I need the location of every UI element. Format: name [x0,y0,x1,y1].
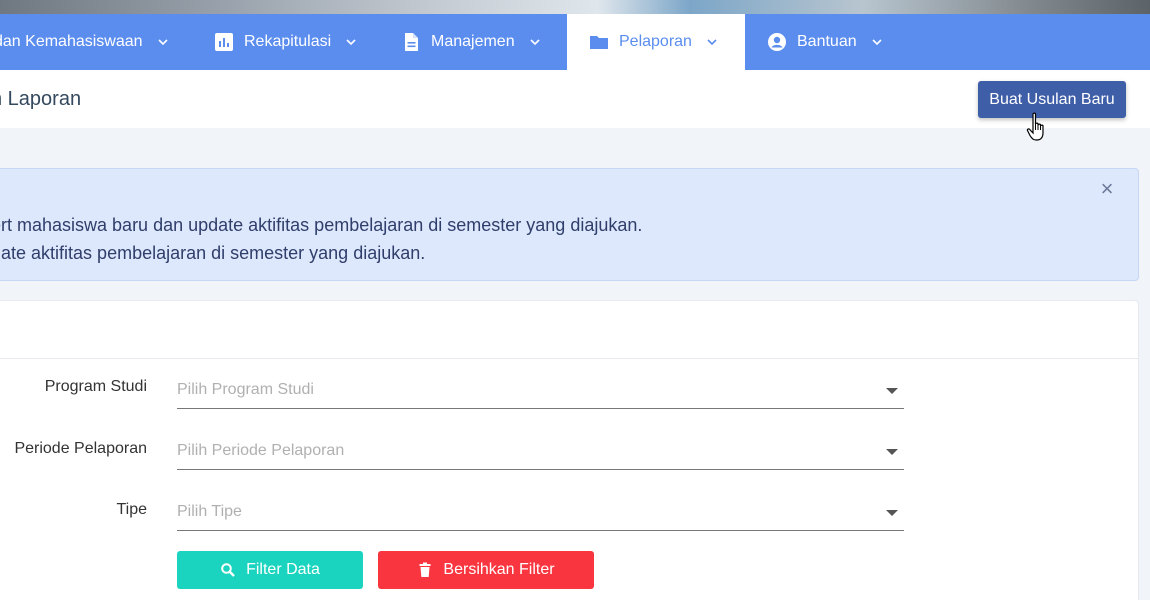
tipe-label: Tipe [116,501,147,518]
dropdown-caret-icon [886,510,898,516]
nav-item-label: Manajemen [431,33,515,50]
nav-item-rekapitulasi[interactable]: Rekapitulasi [192,14,379,70]
card-divider [0,358,1138,359]
filter-data-button[interactable]: Filter Data [177,551,363,589]
dropdown-caret-icon [886,388,898,394]
chevron-down-icon [157,36,169,48]
close-icon[interactable]: × [1097,178,1117,200]
new-proposal-button[interactable]: Buat Usulan Baru [978,81,1126,118]
chevron-down-icon [706,36,718,48]
program-studi-label: Program Studi [44,378,147,395]
nav-item-kemahasiswaan[interactable]: dan Kemahasiswaan [0,14,192,70]
search-icon [220,562,236,578]
nav-item-label: dan Kemahasiswaan [0,33,143,50]
clear-filter-label: Bersihkan Filter [443,561,555,578]
nav-item-label: Bantuan [797,33,857,50]
filter-data-label: Filter Data [246,561,320,578]
periode-pelaporan-label: Periode Pelaporan [14,440,147,457]
hand-cursor-icon [1026,112,1048,142]
chevron-down-icon [529,36,541,48]
chevron-down-icon [871,36,883,48]
select-placeholder: Pilih Program Studi [177,381,314,398]
folder-icon [589,32,609,52]
trash-icon [417,562,433,578]
select-placeholder: Pilih Periode Pelaporan [177,442,345,459]
page-title: n Laporan [0,88,82,110]
clear-filter-button[interactable]: Bersihkan Filter [378,551,594,589]
periode-pelaporan-select[interactable]: Pilih Periode Pelaporan [177,434,904,470]
info-alert: ert mahasiswa baru dan update aktifitas … [0,168,1139,281]
document-icon [401,32,421,52]
program-studi-select[interactable]: Pilih Program Studi [177,373,904,409]
chevron-down-icon [345,36,357,48]
header-banner-image [0,0,1150,14]
select-placeholder: Pilih Tipe [177,503,242,520]
alert-text-line: date aktifitas pembelajaran di semester … [0,243,426,263]
dropdown-caret-icon [886,449,898,455]
nav-item-manajemen[interactable]: Manajemen [379,14,567,70]
tipe-select[interactable]: Pilih Tipe [177,495,904,531]
user-circle-icon [767,32,787,52]
bar-chart-icon [214,32,234,52]
alert-text-line: ert mahasiswa baru dan update aktifitas … [0,215,643,235]
nav-item-bantuan[interactable]: Bantuan [745,14,905,70]
nav-item-label: Pelaporan [619,33,692,50]
main-navbar: dan Kemahasiswaan Rekapitulasi Manajemen… [0,14,1150,70]
nav-item-pelaporan[interactable]: Pelaporan [567,14,745,70]
nav-item-label: Rekapitulasi [244,33,332,50]
